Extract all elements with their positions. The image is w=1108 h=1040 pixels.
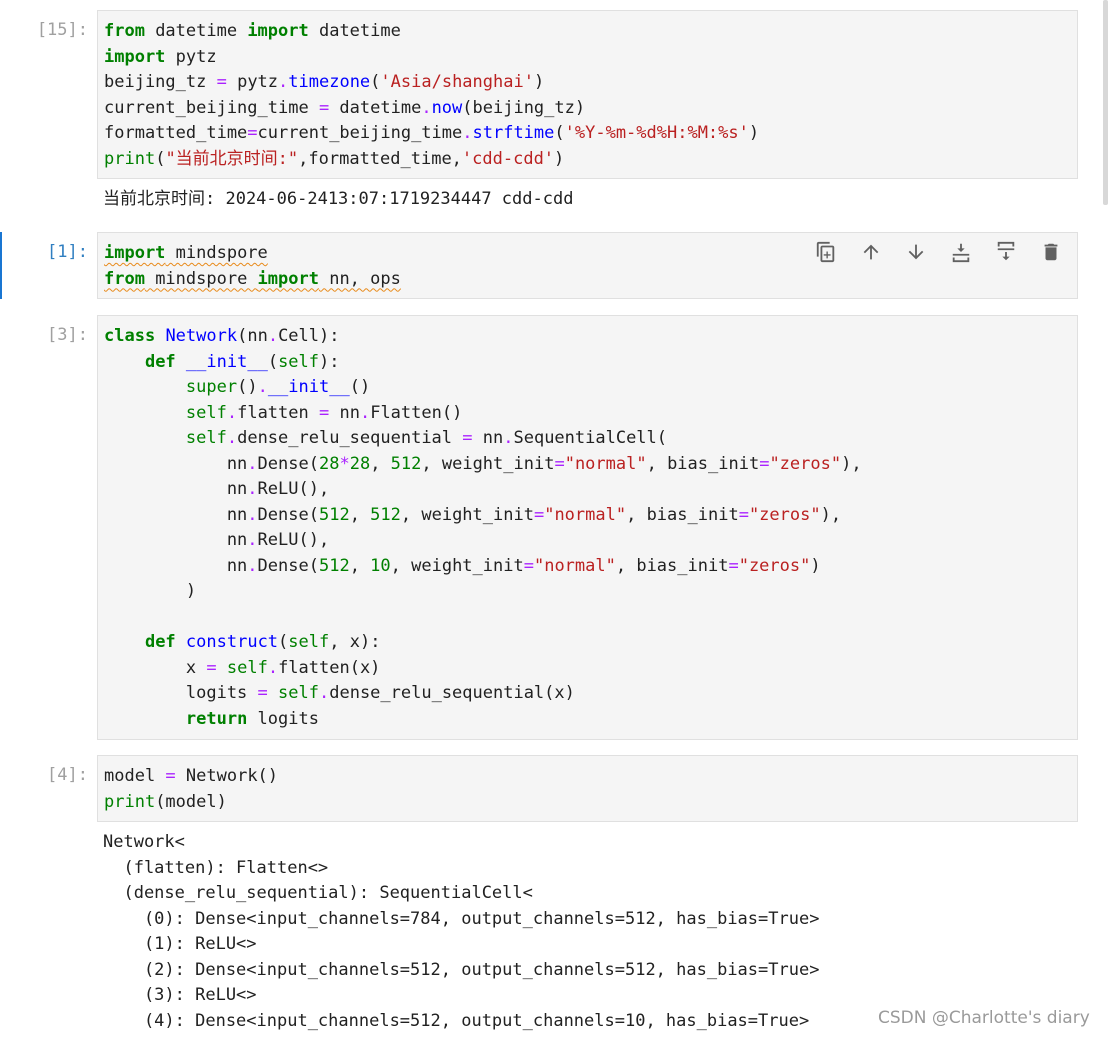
delete-cell-button[interactable] <box>1037 238 1065 266</box>
output-line: (2): Dense<input_channels=512, output_ch… <box>103 959 820 980</box>
code-text[interactable]: import mindspore from mindspore import n… <box>104 241 401 292</box>
execution-count: [3]: <box>47 325 88 345</box>
cell-toolbar <box>812 238 1065 266</box>
output-line: (4): Dense<input_channels=512, output_ch… <box>103 1010 810 1031</box>
code-text[interactable]: model = Network() print(model) <box>104 764 278 815</box>
output-line: (0): Dense<input_channels=784, output_ch… <box>103 908 820 929</box>
insert-above-icon <box>952 243 970 263</box>
output-line: (3): ReLU<> <box>103 985 257 1005</box>
move-down-icon <box>908 244 924 260</box>
move-up-button[interactable] <box>857 238 885 266</box>
output-line: (dense_relu_sequential): SequentialCell< <box>103 883 533 903</box>
watermark: CSDN @Charlotte's diary <box>878 1008 1090 1028</box>
code-editor[interactable]: from datetime import datetime import pyt… <box>97 10 1078 179</box>
insert-below-icon <box>997 241 1015 261</box>
output-line: (1): ReLU<> <box>103 934 257 954</box>
duplicate-icon <box>816 241 835 263</box>
code-text[interactable]: from datetime import datetime import pyt… <box>104 19 759 172</box>
execution-count: [15]: <box>36 20 88 40</box>
move-down-button[interactable] <box>902 238 930 266</box>
delete-icon <box>1044 243 1058 261</box>
insert-below-button[interactable] <box>992 238 1020 266</box>
cell-output: 当前北京时间: 2024-06-2413:07:1719234447 cdd-c… <box>103 189 574 209</box>
scrollbar[interactable] <box>1103 0 1108 205</box>
execution-count: [1]: <box>47 242 88 262</box>
duplicate-cell-button[interactable] <box>812 238 840 266</box>
code-text[interactable]: class Network(nn.Cell): def __init__(sel… <box>104 324 862 732</box>
code-editor[interactable]: model = Network() print(model) <box>97 755 1078 822</box>
insert-above-button[interactable] <box>947 238 975 266</box>
output-line: (flatten): Flatten<> <box>103 857 329 878</box>
cell-output: Network< (flatten): Flatten<> (dense_rel… <box>103 830 819 1034</box>
execution-count: [4]: <box>47 765 88 785</box>
output-line: Network< <box>103 832 185 852</box>
move-up-icon <box>863 244 879 260</box>
code-editor[interactable]: class Network(nn.Cell): def __init__(sel… <box>97 315 1078 740</box>
